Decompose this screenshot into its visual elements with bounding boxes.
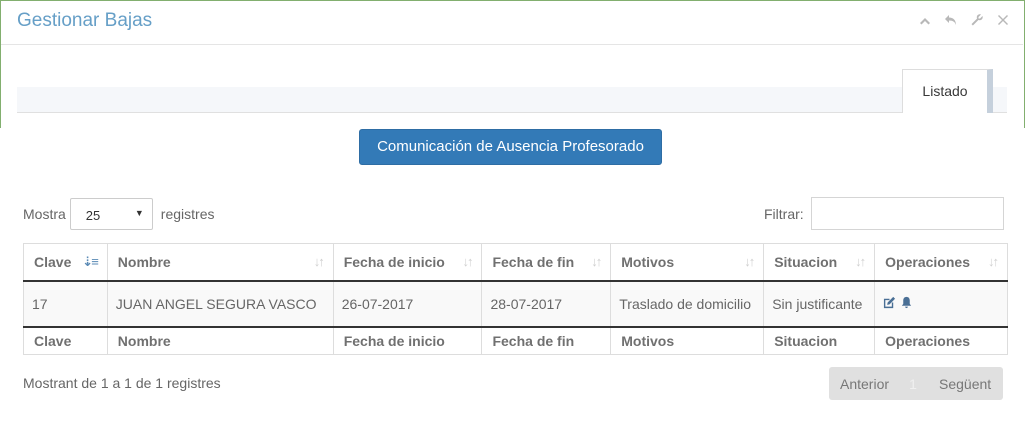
sort-icon: ↓↑ (855, 254, 866, 269)
table-footer-row: Clave Nombre Fecha de inicio Fecha de fi… (23, 325, 1008, 355)
length-control: Mostra 25 ▼ registres (23, 198, 214, 230)
widget-header: Gestionar Bajas (1, 1, 1023, 45)
foot-fecha-fin: Fecha de fin (481, 325, 612, 355)
foot-fecha-inicio: Fecha de inicio (332, 325, 483, 355)
chevron-up-icon[interactable] (917, 13, 933, 29)
cell-nombre: JUAN ANGEL SEGURA VASCO (106, 280, 334, 327)
col-situacion[interactable]: Situacion ↓↑ (763, 243, 876, 282)
length-value: 25 (85, 208, 101, 223)
next-button[interactable]: Següent (925, 376, 991, 392)
cell-motivos: Traslado de domicilio (610, 280, 765, 327)
col-operaciones[interactable]: Operaciones ↓↑ (874, 243, 1008, 282)
foot-nombre: Nombre (106, 325, 334, 355)
bell-icon[interactable] (900, 296, 913, 312)
close-icon[interactable] (995, 13, 1011, 29)
pagination: Anterior 1 Següent (829, 367, 1003, 400)
caret-down-icon: ▼ (134, 208, 144, 218)
cell-fecha-fin: 28-07-2017 (481, 280, 612, 327)
col-label: Motivos (621, 253, 675, 270)
sort-icon: ↓↑ (988, 254, 999, 269)
sort-icon: ↓↑ (313, 254, 325, 269)
foot-operaciones: Operaciones (874, 325, 1008, 355)
page-title: Gestionar Bajas (17, 10, 153, 31)
sort-icon: ↓↑ (591, 254, 602, 269)
undo-icon[interactable] (943, 13, 959, 29)
length-suffix: registres (160, 206, 215, 222)
col-nombre[interactable]: Nombre ↓↑ (106, 243, 334, 282)
cell-operaciones (874, 280, 1008, 327)
filter-control: Filtrar: (764, 197, 1004, 230)
edit-icon[interactable] (883, 296, 896, 312)
col-fecha-fin[interactable]: Fecha de fin ↓↑ (481, 243, 612, 282)
col-label: Fecha de fin (492, 253, 575, 270)
table-row: 17 JUAN ANGEL SEGURA VASCO 26-07-2017 28… (23, 280, 1008, 327)
sort-icon: ↓↑ (744, 254, 755, 269)
foot-motivos: Motivos (610, 325, 765, 355)
communication-button[interactable]: Comunicación de Ausencia Profesorado (359, 129, 662, 165)
col-label: Operaciones (885, 253, 970, 270)
previous-button[interactable]: Anterior (829, 376, 901, 392)
foot-clave: Clave (23, 325, 108, 355)
filter-label: Filtrar: (764, 205, 804, 222)
col-fecha-inicio[interactable]: Fecha de inicio ↓↑ (332, 243, 483, 282)
col-label: Clave (34, 253, 72, 270)
cell-fecha-inicio: 26-07-2017 (332, 280, 483, 327)
table-info: Mostrant de 1 a 1 de 1 registres (23, 375, 221, 391)
col-label: Situacion (774, 253, 838, 270)
sort-asc-icon: ⇣≡ (82, 254, 99, 269)
tab-bar (17, 87, 1007, 113)
length-prefix: Mostra (23, 206, 66, 222)
cell-clave: 17 (23, 280, 108, 327)
col-clave[interactable]: Clave ⇣≡ (23, 243, 108, 282)
sort-icon: ↓↑ (462, 254, 473, 269)
col-motivos[interactable]: Motivos ↓↑ (610, 243, 765, 282)
table-header-row: Clave ⇣≡ Nombre ↓↑ Fecha de inicio ↓↑ Fecha… (23, 243, 1008, 282)
page-button[interactable]: 1 (901, 376, 925, 392)
data-table: Clave ⇣≡ Nombre ↓↑ Fecha de inicio ↓↑ Fecha… (23, 243, 1008, 355)
col-label: Fecha de inicio (343, 253, 445, 270)
col-label: Nombre (117, 253, 171, 270)
cell-situacion: Sin justificante (763, 280, 876, 327)
widget-toolbar (917, 13, 1011, 29)
foot-situacion: Situacion (763, 325, 876, 355)
tab-listado[interactable]: Listado (902, 69, 993, 113)
wrench-icon[interactable] (969, 13, 985, 29)
length-select[interactable]: 25 ▼ (69, 198, 153, 230)
filter-input[interactable] (810, 197, 1004, 230)
